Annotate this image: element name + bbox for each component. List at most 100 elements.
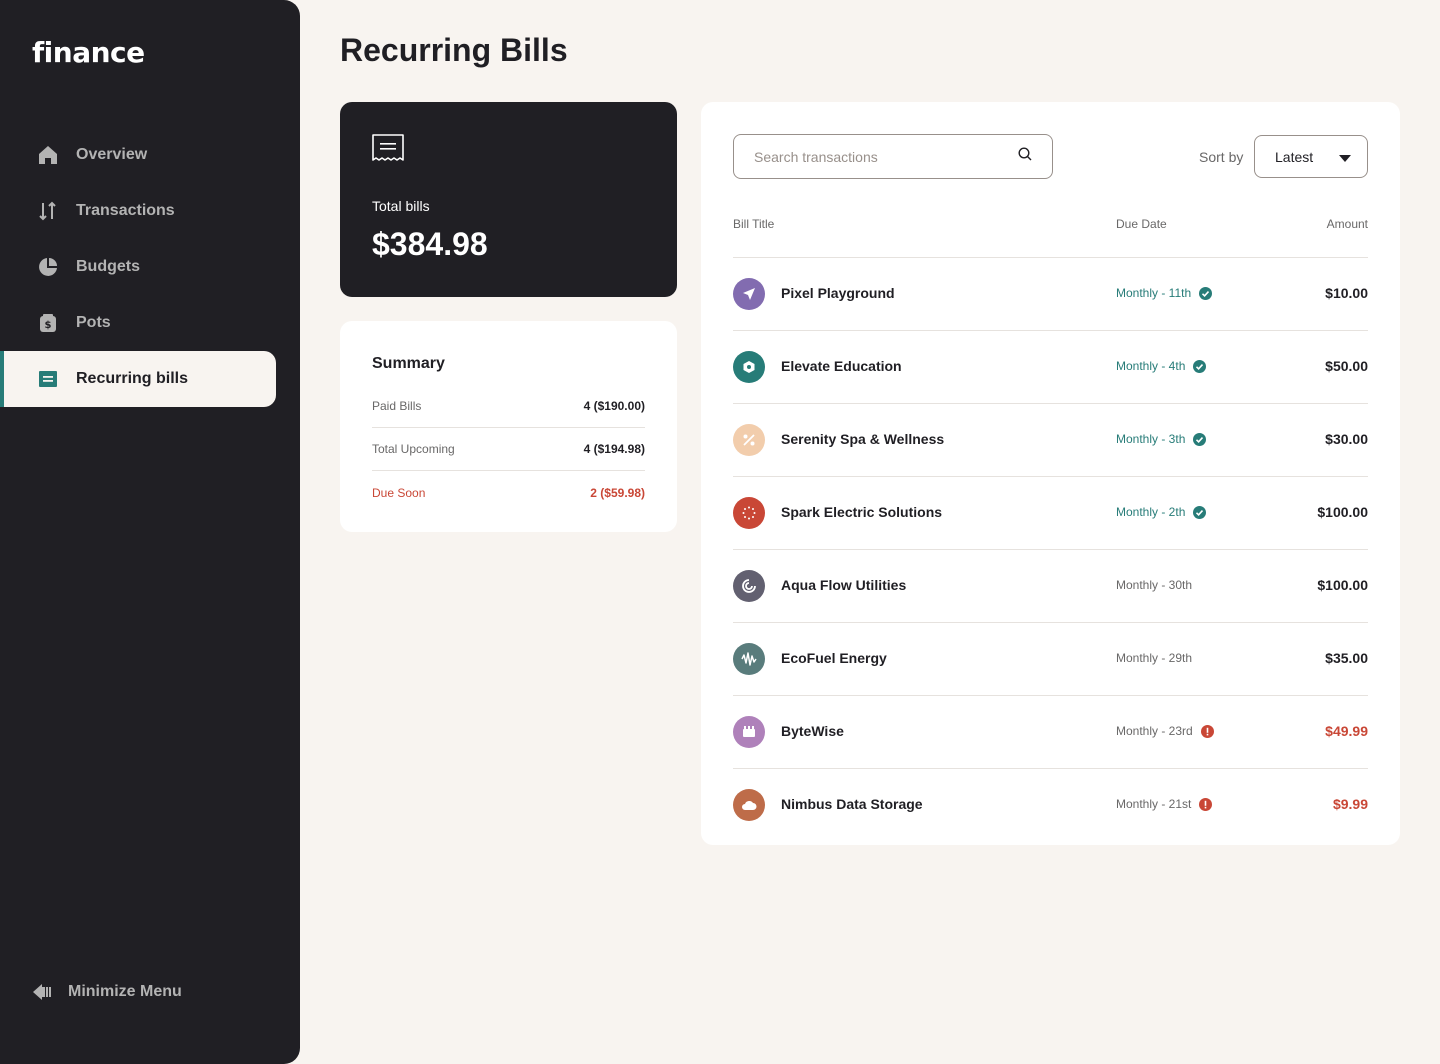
- check-circle-icon: [1199, 286, 1213, 300]
- sidebar-item-recurring-bills[interactable]: Recurring bills: [0, 351, 276, 407]
- bill-due-text: Monthly - 23rd: [1116, 724, 1193, 738]
- bill-due-text: Monthly - 21st: [1116, 797, 1192, 811]
- summary-row-value: 2 ($59.98): [590, 485, 645, 500]
- table-row[interactable]: Elevate Education Monthly - 4th $50.00: [733, 330, 1368, 403]
- bill-amount: $30.00: [1325, 431, 1368, 447]
- bill-due-text: Monthly - 11th: [1116, 286, 1192, 300]
- column-header-due[interactable]: Due Date: [1116, 217, 1167, 231]
- sidebar-nav: Overview Transactions Budgets $ Pots Rec…: [0, 127, 276, 407]
- search-icon[interactable]: [1018, 147, 1032, 166]
- cloud-icon: [733, 789, 765, 821]
- chip-icon: [733, 716, 765, 748]
- caret-down-icon: [1339, 149, 1351, 165]
- table-row[interactable]: Spark Electric Solutions Monthly - 2th $10…: [733, 476, 1368, 549]
- summary-row-label: Total Upcoming: [372, 442, 455, 456]
- svg-text:$: $: [45, 320, 52, 331]
- percent-icon: [733, 424, 765, 456]
- bill-title: EcoFuel Energy: [781, 650, 887, 666]
- sort-label: Sort by: [1199, 149, 1244, 165]
- wave-icon: [733, 643, 765, 675]
- sidebar: finance Overview Transactions Budgets $ …: [0, 0, 300, 1064]
- pie-chart-icon: [38, 257, 58, 277]
- table-row[interactable]: ByteWise Monthly - 23rd $49.99: [733, 695, 1368, 768]
- arrows-up-down-icon: [38, 201, 58, 221]
- column-header-amount[interactable]: Amount: [1327, 217, 1368, 231]
- bill-due-date: Monthly - 3th: [1116, 432, 1207, 446]
- total-bills-label: Total bills: [372, 198, 430, 214]
- sidebar-item-label: Overview: [76, 146, 148, 163]
- bill-title: ByteWise: [781, 723, 844, 739]
- bill-amount: $100.00: [1317, 504, 1368, 520]
- minimize-menu-button[interactable]: Minimize Menu: [32, 982, 182, 1002]
- minimize-menu-label: Minimize Menu: [68, 983, 182, 1000]
- bill-title: Spark Electric Solutions: [781, 504, 943, 520]
- bill-title: Aqua Flow Utilities: [781, 577, 907, 593]
- check-circle-icon: [1193, 505, 1207, 519]
- bill-due-text: Monthly - 2th: [1116, 505, 1186, 519]
- search-box[interactable]: [733, 134, 1053, 179]
- bill-due-date: Monthly - 11th: [1116, 286, 1213, 300]
- bill-amount: $9.99: [1332, 796, 1368, 812]
- total-bills-card: Total bills $384.98: [340, 102, 677, 297]
- bill-due-date: Monthly - 2th: [1116, 505, 1207, 519]
- bill-due-text: Monthly - 3th: [1116, 432, 1186, 446]
- bill-title: Nimbus Data Storage: [781, 796, 923, 812]
- sort-select[interactable]: Latest: [1254, 135, 1368, 178]
- check-circle-icon: [1193, 432, 1207, 446]
- bill-amount: $50.00: [1325, 358, 1368, 374]
- check-circle-icon: [1193, 359, 1207, 373]
- bill-amount: $100.00: [1317, 577, 1368, 593]
- receipt-icon: [38, 369, 58, 389]
- bill-amount: $49.99: [1325, 723, 1368, 739]
- summary-row-paid: Paid Bills 4 ($190.00): [372, 385, 645, 428]
- sidebar-item-pots[interactable]: $ Pots: [0, 295, 276, 351]
- bill-rows: Pixel Playground Monthly - 11th $10.00 Elev…: [733, 257, 1368, 841]
- summary-title: Summary: [372, 355, 445, 372]
- paper-plane-icon: [733, 278, 765, 310]
- sort-select-value: Latest: [1275, 148, 1314, 165]
- sidebar-item-budgets[interactable]: Budgets: [0, 239, 276, 295]
- sidebar-item-label: Transactions: [76, 202, 175, 219]
- sidebar-item-transactions[interactable]: Transactions: [0, 183, 276, 239]
- column-header-title[interactable]: Bill Title: [733, 217, 774, 231]
- total-bills-value: $384.98: [372, 226, 488, 262]
- bill-title: Pixel Playground: [781, 285, 895, 301]
- summary-row-value: 4 ($194.98): [583, 442, 645, 456]
- alert-circle-icon: [1200, 724, 1214, 738]
- sidebar-item-label: Recurring bills: [76, 370, 189, 387]
- bill-title: Elevate Education: [781, 358, 902, 374]
- hexagon-icon: [733, 351, 765, 383]
- page-title: Recurring Bills: [340, 32, 568, 68]
- summary-list: Paid Bills 4 ($190.00) Total Upcoming 4 …: [372, 385, 645, 514]
- bill-due-date: Monthly - 4th: [1116, 359, 1207, 373]
- spiral-icon: [733, 570, 765, 602]
- jar-icon: $: [38, 313, 58, 333]
- bill-title: Serenity Spa & Wellness: [781, 431, 945, 447]
- table-row[interactable]: Serenity Spa & Wellness Monthly - 3th $30.…: [733, 403, 1368, 476]
- dotted-circle-icon: [733, 497, 765, 529]
- bill-due-date: Monthly - 30th: [1116, 578, 1192, 592]
- summary-row-value: 4 ($190.00): [583, 399, 645, 413]
- summary-row-due-soon: Due Soon 2 ($59.98): [372, 471, 645, 514]
- bill-due-date: Monthly - 29th: [1116, 651, 1192, 665]
- summary-row-label: Paid Bills: [372, 399, 422, 413]
- sidebar-item-label: Budgets: [76, 258, 140, 275]
- alert-circle-icon: [1199, 797, 1213, 811]
- arrow-left-icon: [32, 982, 52, 1002]
- sidebar-item-overview[interactable]: Overview: [0, 127, 276, 183]
- home-icon: [38, 145, 58, 165]
- table-row[interactable]: Pixel Playground Monthly - 11th $10.00: [733, 257, 1368, 330]
- bill-amount: $35.00: [1325, 650, 1368, 666]
- summary-card: Summary Paid Bills 4 ($190.00) Total Upc…: [340, 321, 677, 532]
- search-input[interactable]: [754, 148, 1018, 165]
- bill-due-date: Monthly - 23rd: [1116, 724, 1214, 738]
- table-row[interactable]: EcoFuel Energy Monthly - 29th $35.00: [733, 622, 1368, 695]
- table-header: Bill Title Due Date Amount: [733, 217, 1368, 233]
- table-row[interactable]: Nimbus Data Storage Monthly - 21st $9.99: [733, 768, 1368, 841]
- sidebar-item-label: Pots: [76, 314, 111, 331]
- table-row[interactable]: Aqua Flow Utilities Monthly - 30th $100.00: [733, 549, 1368, 622]
- bill-amount: $10.00: [1325, 285, 1368, 301]
- bill-due-text: Monthly - 30th: [1116, 578, 1193, 592]
- bills-list-card: Sort by Latest Bill Title Due Date Amoun…: [701, 102, 1400, 845]
- app-logo[interactable]: finance: [32, 36, 145, 69]
